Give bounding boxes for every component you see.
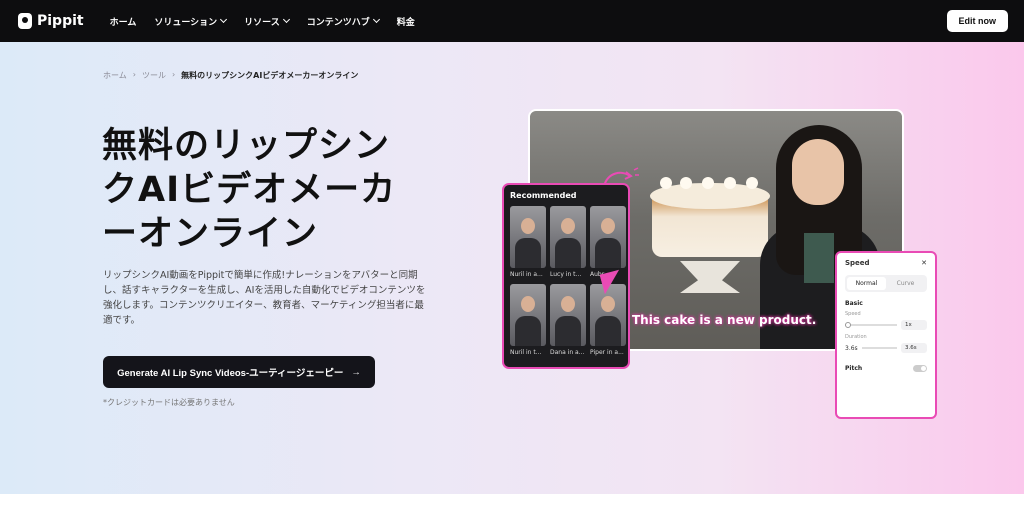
pitch-label: Pitch xyxy=(845,365,863,372)
breadcrumb-separator: › xyxy=(132,70,136,79)
nav-item-label: ソリューション xyxy=(154,17,218,28)
duration-from: 3.6s xyxy=(845,344,858,352)
duration-value-input[interactable]: 3.6s xyxy=(901,343,927,353)
avatar-thumbnail[interactable]: Piper in a... xyxy=(590,284,626,358)
breadcrumb-current: 無料のリップシンクAIビデオメーカーオンライン xyxy=(181,71,359,80)
avatar-thumbnail[interactable]: Lucy in t... xyxy=(550,206,586,280)
no-credit-card-note: *クレジットカードは必要ありません xyxy=(103,398,235,407)
speed-label: Speed xyxy=(845,311,861,317)
top-nav: Pippit ホーム ソリューション リソース コンテンツハブ 料金 Edit … xyxy=(0,0,1024,42)
avatar-label: Piper in a... xyxy=(590,349,624,356)
pitch-toggle[interactable] xyxy=(913,365,927,372)
chevron-down-icon xyxy=(220,15,228,24)
speed-mode-tabs: Normal Curve xyxy=(845,275,927,292)
brand-logo[interactable]: Pippit xyxy=(18,13,84,29)
edit-now-button[interactable]: Edit now xyxy=(946,10,1008,32)
arrow-right-icon: → xyxy=(351,366,361,378)
nav-item-home[interactable]: ホーム xyxy=(110,15,137,28)
avatar-thumbnail[interactable]: Dana in a... xyxy=(550,284,586,358)
recommended-title: Recommended xyxy=(510,191,577,200)
close-icon[interactable]: ✕ xyxy=(921,259,927,267)
tab-curve[interactable]: Curve xyxy=(886,277,925,290)
avatar-thumbnail[interactable]: Aubr... xyxy=(590,206,626,280)
brand-name: Pippit xyxy=(37,13,84,29)
nav-item-label: リソース xyxy=(244,17,280,28)
breadcrumb-separator: › xyxy=(171,70,176,79)
chevron-down-icon xyxy=(282,15,290,24)
cake-image xyxy=(650,177,770,293)
nav-item-content-hub[interactable]: コンテンツハブ xyxy=(306,15,380,28)
chevron-down-icon xyxy=(372,15,380,24)
nav-item-pricing[interactable]: 料金 xyxy=(397,15,415,28)
nav-item-label: コンテンツハブ xyxy=(306,17,370,28)
avatar-label: Lucy in t... xyxy=(550,271,582,278)
nav-item-label: ホーム xyxy=(109,17,137,28)
avatar-label: Nuril in a... xyxy=(510,271,543,278)
avatar-label: Nuril in t... xyxy=(510,349,542,356)
breadcrumb: ホーム › ツール › 無料のリップシンクAIビデオメーカーオンライン xyxy=(103,70,358,81)
basic-section-label: Basic xyxy=(845,300,863,307)
speed-panel-title: Speed xyxy=(845,259,870,267)
speed-panel: Speed ✕ Normal Curve Basic Speed 1x Dura… xyxy=(835,251,937,419)
video-caption: This cake is a new product. xyxy=(632,313,817,327)
nav-menu: ホーム ソリューション リソース コンテンツハブ 料金 xyxy=(110,15,415,28)
nav-item-label: 料金 xyxy=(396,17,415,28)
hero-description: リップシンクAI動画をPippitで簡単に作成!ナレーションをアバターと同期し、… xyxy=(103,270,426,326)
generate-lip-sync-button[interactable]: Generate AI Lip Sync Videos-ユーティージェーピー → xyxy=(103,356,375,388)
avatar-thumbnail[interactable]: Nuril in t... xyxy=(510,284,546,358)
cta-label: Generate AI Lip Sync Videos-ユーティージェーピー xyxy=(117,368,344,379)
duration-track xyxy=(861,347,897,349)
tab-normal[interactable]: Normal xyxy=(847,277,886,290)
nav-item-solutions[interactable]: ソリューション xyxy=(154,15,228,28)
avatar-label: Dana in a... xyxy=(550,349,585,356)
avatar-thumbnail[interactable]: Nuril in a... xyxy=(510,206,546,280)
speed-value-input[interactable]: 1x xyxy=(901,320,927,330)
nav-item-resources[interactable]: リソース xyxy=(244,15,290,28)
page-title: 無料のリップシンクAIビデオメーカーオンライン xyxy=(102,126,397,254)
breadcrumb-home[interactable]: ホーム xyxy=(103,70,127,81)
duration-label: Duration xyxy=(845,334,867,340)
speed-slider[interactable] xyxy=(845,322,897,328)
pippit-logo-icon xyxy=(18,13,32,29)
breadcrumb-tools[interactable]: ツール xyxy=(142,70,166,81)
